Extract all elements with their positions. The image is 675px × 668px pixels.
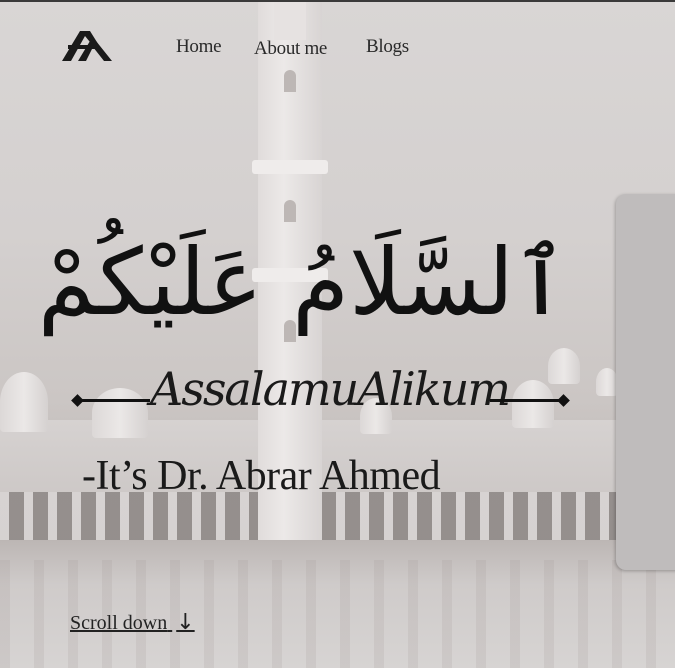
side-panel[interactable] <box>616 194 675 570</box>
scroll-down-link[interactable]: Scroll down ↓ <box>70 610 195 635</box>
arabic-greeting: ٱلسَّلَامُ عَلَيْكُمْ <box>37 229 568 336</box>
dome <box>596 368 618 396</box>
minaret-top <box>274 0 306 40</box>
dome <box>512 380 554 428</box>
ah-monogram-icon[interactable] <box>60 27 114 63</box>
divider-line-right <box>490 399 564 402</box>
scroll-down-label: Scroll down <box>70 612 168 634</box>
divider-line-left <box>78 399 150 402</box>
dome <box>92 388 148 438</box>
minaret-ring <box>252 160 328 174</box>
nav-blogs[interactable]: Blogs <box>366 36 409 58</box>
minaret-window <box>284 70 296 92</box>
top-border <box>0 0 675 2</box>
dome <box>0 372 48 432</box>
nav-home[interactable]: Home <box>176 36 222 58</box>
intro-text: -It’s Dr. Abrar Ahmed <box>82 453 441 499</box>
nav-about-me[interactable]: About me <box>254 38 327 60</box>
arrow-down-icon: ↓ <box>176 610 195 635</box>
transliteration: AssalamuAlikum <box>150 362 511 416</box>
